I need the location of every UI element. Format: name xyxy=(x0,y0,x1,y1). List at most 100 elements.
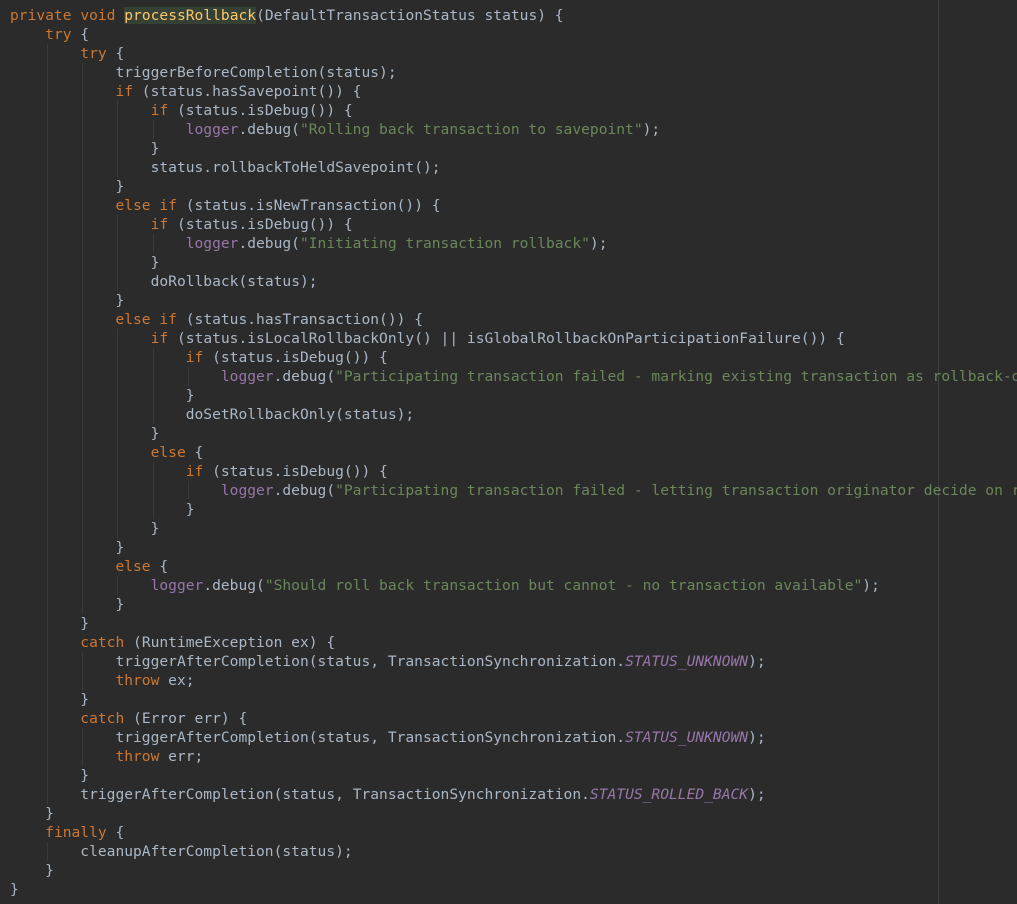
code-line[interactable]: logger.debug("Rolling back transaction t… xyxy=(10,120,1017,139)
code-line[interactable]: } xyxy=(10,766,1017,785)
code-line[interactable]: } xyxy=(10,500,1017,519)
code-token: } xyxy=(10,881,19,898)
code-token: if xyxy=(185,463,204,480)
code-token: triggerAfterCompletion xyxy=(115,729,309,746)
code-line[interactable]: } xyxy=(10,595,1017,614)
code-line[interactable]: triggerAfterCompletion(status, Transacti… xyxy=(10,728,1017,747)
code-token: TransactionSynchronization. xyxy=(387,729,626,746)
code-line[interactable]: catch (RuntimeException ex) { xyxy=(10,633,1017,652)
code-token: if xyxy=(150,216,169,233)
code-token: } xyxy=(115,596,125,613)
code-token: ( xyxy=(168,330,186,347)
code-token: status xyxy=(282,843,336,860)
code-token: status.hasSavepoint xyxy=(150,83,318,100)
code-token: else xyxy=(150,444,186,461)
code-line[interactable]: } xyxy=(10,519,1017,538)
code-token: ()) { xyxy=(317,83,362,100)
code-line[interactable]: logger.debug("Participating transaction … xyxy=(10,481,1017,500)
code-token: status.isLocalRollbackOnly xyxy=(185,330,415,347)
code-token: status.isDebug xyxy=(220,463,344,480)
code-token: { xyxy=(150,558,169,575)
code-token: } xyxy=(150,140,160,157)
code-line[interactable]: if (status.isDebug()) { xyxy=(10,462,1017,481)
code-token: ); xyxy=(642,121,661,138)
code-line[interactable]: try { xyxy=(10,25,1017,44)
code-line[interactable]: doSetRollbackOnly(status); xyxy=(10,405,1017,424)
code-line[interactable]: logger.debug("Initiating transaction rol… xyxy=(10,234,1017,253)
code-token: try xyxy=(45,26,72,43)
code-token: status xyxy=(317,729,371,746)
code-line[interactable]: logger.debug("Participating transaction … xyxy=(10,367,1017,386)
code-token: ( xyxy=(176,197,195,214)
code-token: } xyxy=(115,178,125,195)
code-line[interactable]: if (status.isDebug()) { xyxy=(10,101,1017,120)
code-line[interactable]: triggerBeforeCompletion(status); xyxy=(10,63,1017,82)
code-line[interactable]: throw err; xyxy=(10,747,1017,766)
code-token: private xyxy=(10,7,72,24)
code-token: status xyxy=(247,273,300,290)
code-line[interactable]: } xyxy=(10,880,1017,899)
code-line[interactable]: logger.debug("Should roll back transacti… xyxy=(10,576,1017,595)
code-token: ( xyxy=(256,7,265,24)
code-token: .debug xyxy=(203,577,257,594)
code-token: ()) { xyxy=(396,197,441,214)
code-line[interactable]: status.rollbackToHeldSavepoint(); xyxy=(10,158,1017,177)
code-line[interactable]: triggerAfterCompletion(status, Transacti… xyxy=(10,785,1017,804)
code-line[interactable]: try { xyxy=(10,44,1017,63)
code-token: } xyxy=(45,805,54,822)
code-token: ); xyxy=(589,235,608,252)
code-line[interactable]: } xyxy=(10,804,1017,823)
code-line[interactable]: catch (Error err) { xyxy=(10,709,1017,728)
code-line[interactable]: } xyxy=(10,424,1017,443)
code-line[interactable]: } xyxy=(10,614,1017,633)
code-line[interactable]: } xyxy=(10,690,1017,709)
code-editor[interactable]: private void processRollback(DefaultTran… xyxy=(0,0,1017,904)
code-line[interactable]: else if (status.isNewTransaction()) { xyxy=(10,196,1017,215)
code-token: .debug xyxy=(238,235,292,252)
code-line[interactable]: throw ex; xyxy=(10,671,1017,690)
code-line[interactable]: } xyxy=(10,139,1017,158)
code-line[interactable]: } xyxy=(10,386,1017,405)
code-line[interactable]: doRollback(status); xyxy=(10,272,1017,291)
code-area[interactable]: private void processRollback(DefaultTran… xyxy=(10,6,1017,899)
code-line[interactable]: triggerAfterCompletion(status, Transacti… xyxy=(10,652,1017,671)
code-line[interactable]: cleanupAfterCompletion(status); xyxy=(10,842,1017,861)
code-token: ()) { xyxy=(308,216,353,233)
code-token: cleanupAfterCompletion xyxy=(80,843,274,860)
code-line[interactable]: if (status.hasSavepoint()) { xyxy=(10,82,1017,101)
code-line[interactable]: } xyxy=(10,538,1017,557)
code-line[interactable]: } xyxy=(10,177,1017,196)
code-line[interactable]: } xyxy=(10,861,1017,880)
code-token: triggerBeforeCompletion xyxy=(115,64,318,81)
code-line[interactable]: if (status.isLocalRollbackOnly() || isGl… xyxy=(10,329,1017,348)
code-token: status xyxy=(317,653,371,670)
code-line[interactable]: else { xyxy=(10,443,1017,462)
code-token: throw xyxy=(115,672,160,689)
code-line[interactable]: else { xyxy=(10,557,1017,576)
code-token: status xyxy=(282,786,336,803)
code-token: logger xyxy=(185,235,239,252)
code-line[interactable]: if (status.isDebug()) { xyxy=(10,348,1017,367)
code-line[interactable]: } xyxy=(10,253,1017,272)
code-token: ( xyxy=(203,349,221,366)
code-line[interactable]: if (status.isDebug()) { xyxy=(10,215,1017,234)
code-line[interactable]: finally { xyxy=(10,823,1017,842)
code-line[interactable]: private void processRollback(DefaultTran… xyxy=(10,6,1017,25)
code-line[interactable]: else if (status.hasTransaction()) { xyxy=(10,310,1017,329)
code-token: try xyxy=(80,45,107,62)
code-token: ( xyxy=(335,406,344,423)
code-token: else if xyxy=(115,311,177,328)
code-line[interactable]: } xyxy=(10,291,1017,310)
code-token: isGlobalRollbackOnParticipationFailure xyxy=(466,330,801,347)
code-token: ); xyxy=(748,653,766,670)
